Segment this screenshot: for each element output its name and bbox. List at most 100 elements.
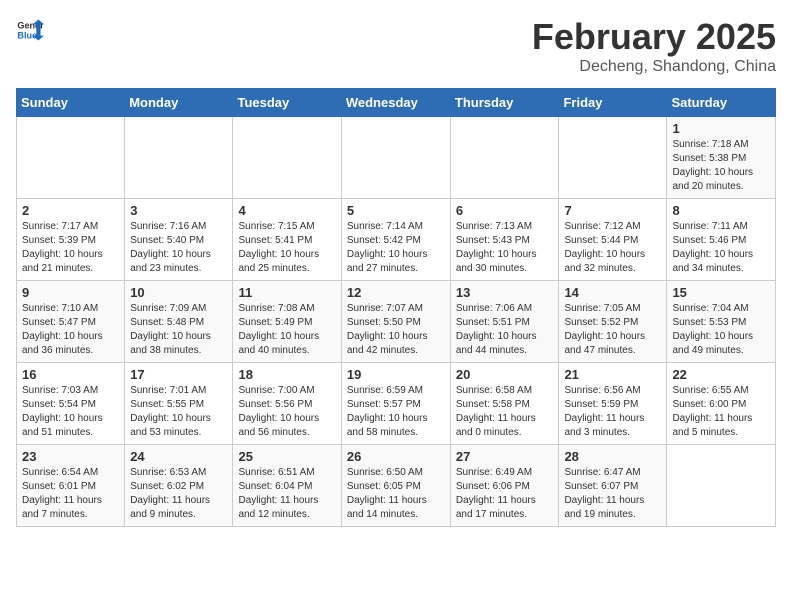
week-row-2: 2 Sunrise: 7:17 AM Sunset: 5:39 PM Daylig… <box>17 199 776 281</box>
calendar-cell <box>341 117 450 199</box>
day-number: 1 <box>672 121 770 136</box>
calendar-cell: 20 Sunrise: 6:58 AM Sunset: 5:58 PM Dayli… <box>450 363 559 445</box>
calendar-cell: 7Sunrise: 7:12 AM Sunset: 5:44 PM Daylig… <box>559 199 667 281</box>
day-number: 13 <box>456 285 554 300</box>
weekday-header-row: SundayMondayTuesdayWednesdayThursdayFrid… <box>17 89 776 117</box>
day-info: Sunrise: 7:14 AM Sunset: 5:42 PM Dayligh… <box>347 220 445 276</box>
day-info: Sunrise: 7:00 AM Sunset: 5:56 PM Dayligh… <box>238 384 335 440</box>
day-info: Sunrise: 7:07 AM Sunset: 5:50 PM Dayligh… <box>347 302 445 358</box>
week-row-3: 9Sunrise: 7:10 AM Sunset: 5:47 PM Daylig… <box>17 281 776 363</box>
calendar-cell <box>17 117 125 199</box>
week-row-5: 23 Sunrise: 6:54 AM Sunset: 6:01 PM Dayli… <box>17 445 776 527</box>
day-number: 23 <box>22 449 119 464</box>
day-info: Sunrise: 7:03 AM Sunset: 5:54 PM Dayligh… <box>22 384 119 440</box>
day-info: Sunrise: 7:13 AM Sunset: 5:43 PM Dayligh… <box>456 220 554 276</box>
day-number: 7 <box>564 203 661 218</box>
weekday-header-wednesday: Wednesday <box>341 89 450 117</box>
calendar-cell: 18 Sunrise: 7:00 AM Sunset: 5:56 PM Dayli… <box>233 363 341 445</box>
calendar-cell <box>667 445 776 527</box>
calendar-cell: 10 Sunrise: 7:09 AM Sunset: 5:48 PM Dayli… <box>125 281 233 363</box>
weekday-header-saturday: Saturday <box>667 89 776 117</box>
day-info: Sunrise: 7:17 AM Sunset: 5:39 PM Dayligh… <box>22 220 119 276</box>
calendar-cell: 6 Sunrise: 7:13 AM Sunset: 5:43 PM Daylig… <box>450 199 559 281</box>
calendar-title: February 2025 <box>532 16 776 58</box>
day-info: Sunrise: 7:10 AM Sunset: 5:47 PM Dayligh… <box>22 302 119 358</box>
day-info: Sunrise: 6:47 AM Sunset: 6:07 PM Dayligh… <box>564 466 661 522</box>
calendar-cell: 1 Sunrise: 7:18 AM Sunset: 5:38 PM Daylig… <box>667 117 776 199</box>
day-number: 6 <box>456 203 554 218</box>
day-info: Sunrise: 7:18 AM Sunset: 5:38 PM Dayligh… <box>672 138 770 194</box>
svg-text:Blue: Blue <box>17 30 37 40</box>
calendar-cell <box>233 117 341 199</box>
day-number: 16 <box>22 367 119 382</box>
day-info: Sunrise: 7:11 AM Sunset: 5:46 PM Dayligh… <box>672 220 770 276</box>
calendar-cell: 23 Sunrise: 6:54 AM Sunset: 6:01 PM Dayli… <box>17 445 125 527</box>
header: General Blue February 2025 Decheng, Shan… <box>16 16 776 76</box>
day-number: 24 <box>130 449 227 464</box>
day-number: 3 <box>130 203 227 218</box>
day-info: Sunrise: 7:16 AM Sunset: 5:40 PM Dayligh… <box>130 220 227 276</box>
calendar-cell: 13 Sunrise: 7:06 AM Sunset: 5:51 PM Dayli… <box>450 281 559 363</box>
calendar-table: SundayMondayTuesdayWednesdayThursdayFrid… <box>16 88 776 527</box>
day-number: 5 <box>347 203 445 218</box>
weekday-header-thursday: Thursday <box>450 89 559 117</box>
calendar-cell <box>450 117 559 199</box>
calendar-cell <box>125 117 233 199</box>
day-info: Sunrise: 7:06 AM Sunset: 5:51 PM Dayligh… <box>456 302 554 358</box>
day-number: 25 <box>238 449 335 464</box>
day-number: 18 <box>238 367 335 382</box>
calendar-cell: 24 Sunrise: 6:53 AM Sunset: 6:02 PM Dayli… <box>125 445 233 527</box>
day-number: 11 <box>238 285 335 300</box>
calendar-cell: 14Sunrise: 7:05 AM Sunset: 5:52 PM Dayli… <box>559 281 667 363</box>
week-row-1: 1 Sunrise: 7:18 AM Sunset: 5:38 PM Daylig… <box>17 117 776 199</box>
day-number: 27 <box>456 449 554 464</box>
day-info: Sunrise: 6:49 AM Sunset: 6:06 PM Dayligh… <box>456 466 554 522</box>
day-info: Sunrise: 7:08 AM Sunset: 5:49 PM Dayligh… <box>238 302 335 358</box>
weekday-header-friday: Friday <box>559 89 667 117</box>
week-row-4: 16 Sunrise: 7:03 AM Sunset: 5:54 PM Dayli… <box>17 363 776 445</box>
calendar-cell: 3 Sunrise: 7:16 AM Sunset: 5:40 PM Daylig… <box>125 199 233 281</box>
day-info: Sunrise: 7:04 AM Sunset: 5:53 PM Dayligh… <box>672 302 770 358</box>
day-number: 21 <box>564 367 661 382</box>
calendar-cell: 26Sunrise: 6:50 AM Sunset: 6:05 PM Dayli… <box>341 445 450 527</box>
calendar-cell: 17 Sunrise: 7:01 AM Sunset: 5:55 PM Dayli… <box>125 363 233 445</box>
calendar-cell: 21 Sunrise: 6:56 AM Sunset: 5:59 PM Dayli… <box>559 363 667 445</box>
day-number: 26 <box>347 449 445 464</box>
day-info: Sunrise: 7:01 AM Sunset: 5:55 PM Dayligh… <box>130 384 227 440</box>
day-info: Sunrise: 6:54 AM Sunset: 6:01 PM Dayligh… <box>22 466 119 522</box>
calendar-cell: 16 Sunrise: 7:03 AM Sunset: 5:54 PM Dayli… <box>17 363 125 445</box>
day-number: 2 <box>22 203 119 218</box>
calendar-cell: 4 Sunrise: 7:15 AM Sunset: 5:41 PM Daylig… <box>233 199 341 281</box>
day-number: 10 <box>130 285 227 300</box>
day-info: Sunrise: 7:09 AM Sunset: 5:48 PM Dayligh… <box>130 302 227 358</box>
title-area: February 2025 Decheng, Shandong, China <box>532 16 776 76</box>
day-number: 4 <box>238 203 335 218</box>
day-info: Sunrise: 7:05 AM Sunset: 5:52 PM Dayligh… <box>564 302 661 358</box>
day-info: Sunrise: 6:59 AM Sunset: 5:57 PM Dayligh… <box>347 384 445 440</box>
day-number: 20 <box>456 367 554 382</box>
day-number: 12 <box>347 285 445 300</box>
day-info: Sunrise: 6:53 AM Sunset: 6:02 PM Dayligh… <box>130 466 227 522</box>
calendar-cell: 15Sunrise: 7:04 AM Sunset: 5:53 PM Dayli… <box>667 281 776 363</box>
calendar-cell <box>559 117 667 199</box>
calendar-cell: 25 Sunrise: 6:51 AM Sunset: 6:04 PM Dayli… <box>233 445 341 527</box>
logo-icon: General Blue <box>16 16 44 44</box>
day-number: 22 <box>672 367 770 382</box>
weekday-header-monday: Monday <box>125 89 233 117</box>
day-info: Sunrise: 6:55 AM Sunset: 6:00 PM Dayligh… <box>672 384 770 440</box>
day-number: 17 <box>130 367 227 382</box>
weekday-header-sunday: Sunday <box>17 89 125 117</box>
logo: General Blue <box>16 16 46 44</box>
calendar-cell: 2 Sunrise: 7:17 AM Sunset: 5:39 PM Daylig… <box>17 199 125 281</box>
calendar-cell: 19 Sunrise: 6:59 AM Sunset: 5:57 PM Dayli… <box>341 363 450 445</box>
calendar-cell: 12 Sunrise: 7:07 AM Sunset: 5:50 PM Dayli… <box>341 281 450 363</box>
calendar-cell: 27 Sunrise: 6:49 AM Sunset: 6:06 PM Dayli… <box>450 445 559 527</box>
day-info: Sunrise: 6:51 AM Sunset: 6:04 PM Dayligh… <box>238 466 335 522</box>
day-number: 28 <box>564 449 661 464</box>
day-number: 19 <box>347 367 445 382</box>
calendar-cell: 5 Sunrise: 7:14 AM Sunset: 5:42 PM Daylig… <box>341 199 450 281</box>
day-info: Sunrise: 6:58 AM Sunset: 5:58 PM Dayligh… <box>456 384 554 440</box>
calendar-cell: 8Sunrise: 7:11 AM Sunset: 5:46 PM Daylig… <box>667 199 776 281</box>
day-info: Sunrise: 6:56 AM Sunset: 5:59 PM Dayligh… <box>564 384 661 440</box>
day-info: Sunrise: 7:15 AM Sunset: 5:41 PM Dayligh… <box>238 220 335 276</box>
